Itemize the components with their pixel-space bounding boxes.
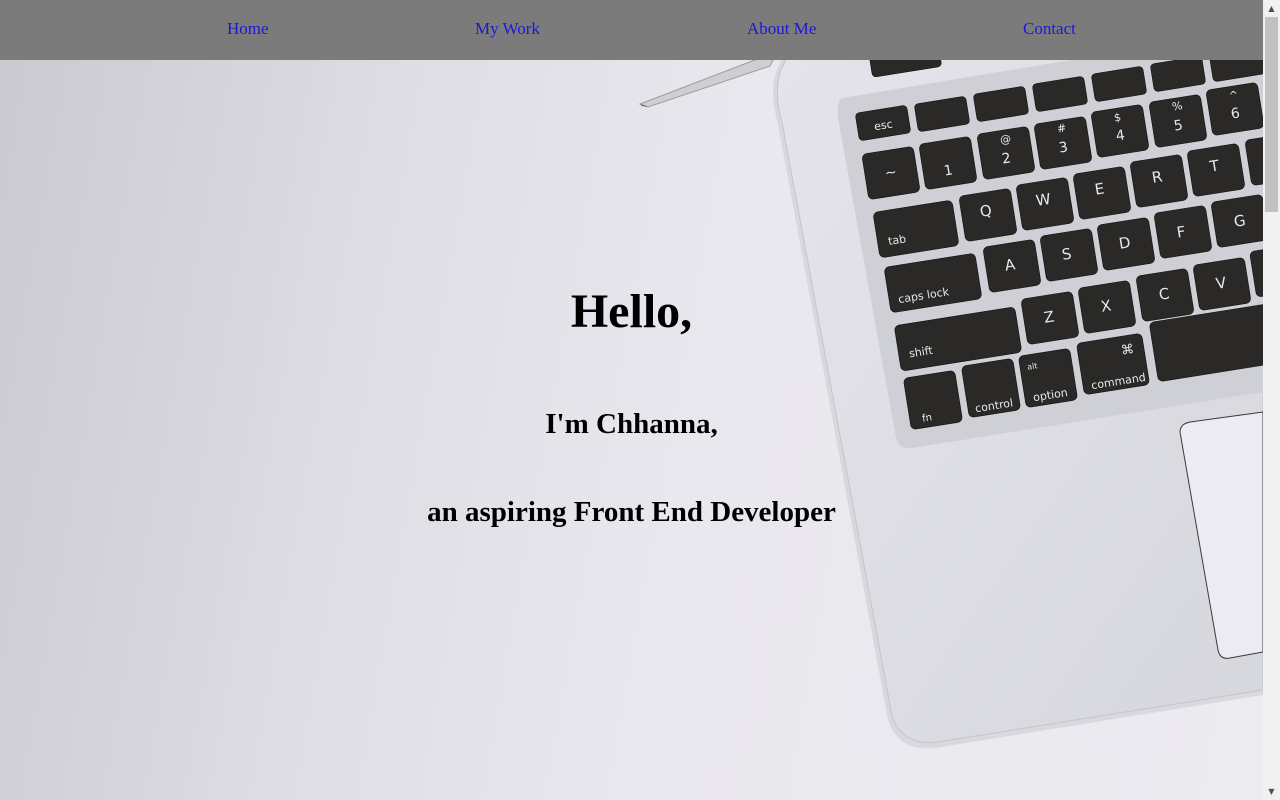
key-alt: alt [1027,361,1039,371]
nav-link-home[interactable]: Home [227,19,269,39]
nav-link-contact[interactable]: Contact [1023,19,1076,39]
page: esc ~ 1 2 3 4 5 6 @ # $ % ^ tab Q W E R … [0,0,1263,800]
navbar: Home My Work About Me Contact [0,0,1263,60]
scrollbar-thumb[interactable] [1265,17,1278,212]
scroll-down-arrow-icon[interactable]: ▼ [1263,783,1280,800]
hero-name-line: I'm Chhanna, [545,408,718,440]
vertical-scrollbar[interactable]: ▲ ▼ [1263,0,1280,800]
key-tilde: ~ [884,164,898,182]
key-w: W [1035,190,1053,210]
nav-link-my-work[interactable]: My Work [475,19,540,39]
key-5-shift: % [1171,99,1183,113]
laptop-background-image: esc ~ 1 2 3 4 5 6 @ # $ % ^ tab Q W E R … [638,28,1263,749]
scroll-up-arrow-icon[interactable]: ▲ [1263,0,1280,17]
key-2-shift: @ [999,132,1012,147]
hero-greeting: Hello, [570,285,693,338]
hero-role-line: an aspiring Front End Developer [427,496,836,528]
key-command-symbol: ⌘ [1120,342,1135,359]
nav-link-about-me[interactable]: About Me [747,19,816,39]
